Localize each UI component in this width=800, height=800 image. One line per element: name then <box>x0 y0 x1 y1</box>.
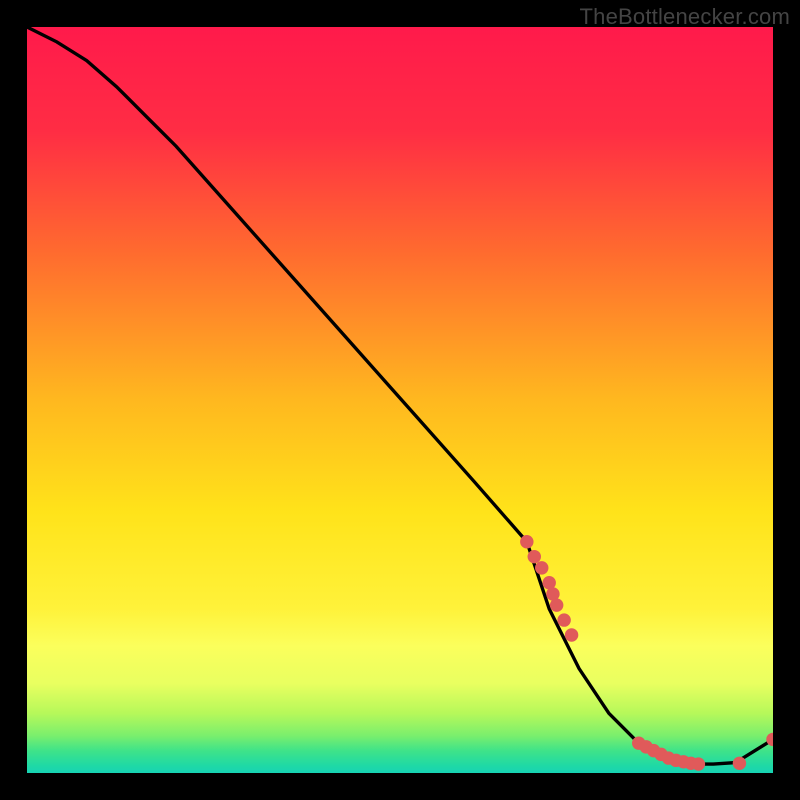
chart-stage: TheBottlenecker.com <box>0 0 800 800</box>
highlight-dot <box>692 757 705 770</box>
highlight-dot <box>528 550 541 563</box>
highlight-dot <box>520 535 533 548</box>
highlight-dot <box>733 757 746 770</box>
plot-area <box>27 27 773 773</box>
highlight-dot <box>535 561 548 574</box>
highlight-dot <box>557 613 570 626</box>
watermark-text: TheBottlenecker.com <box>580 4 790 30</box>
highlight-dot <box>550 598 563 611</box>
highlight-dot <box>565 628 578 641</box>
chart-svg <box>27 27 773 773</box>
